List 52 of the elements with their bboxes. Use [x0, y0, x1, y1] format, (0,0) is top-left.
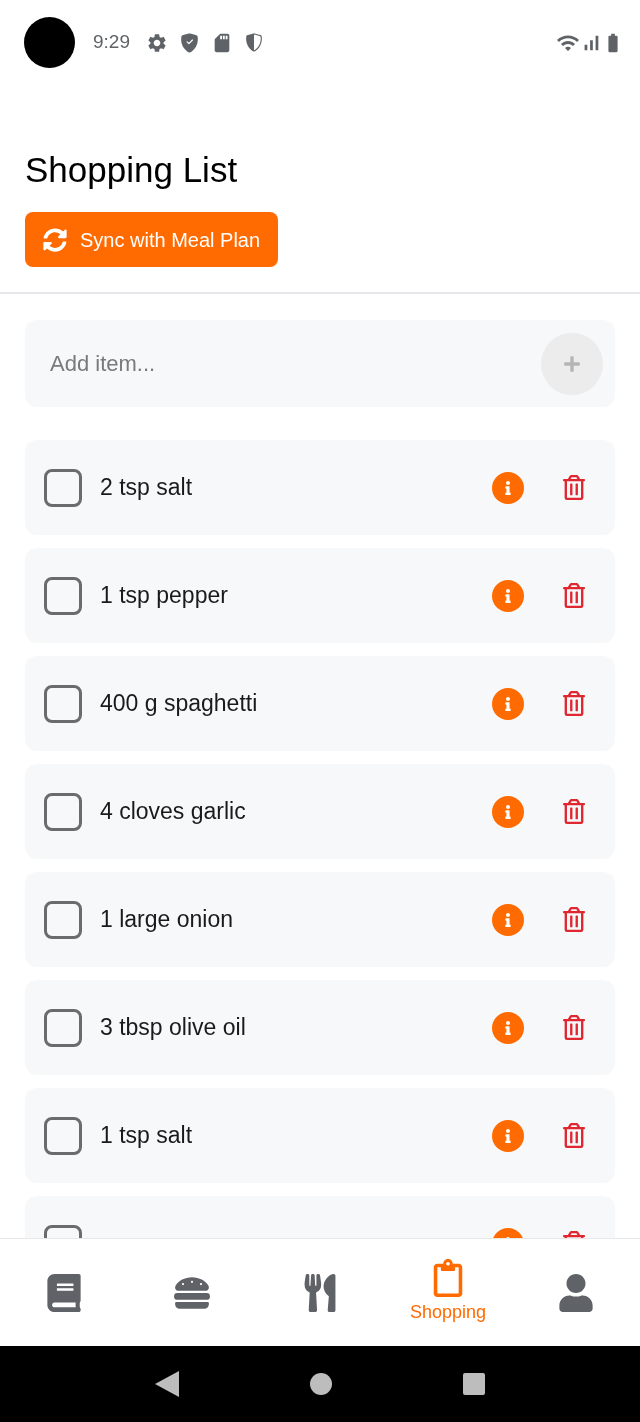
item-text: 1 tsp salt — [100, 1122, 193, 1149]
checkbox[interactable] — [44, 900, 82, 939]
add-item-field[interactable]: Add item... — [50, 347, 541, 380]
item-text: 3 tbsp olive oil — [100, 1014, 246, 1041]
checkbox[interactable] — [44, 468, 82, 507]
checkbox[interactable] — [44, 684, 82, 723]
checkbox[interactable] — [44, 1008, 82, 1047]
info-button[interactable] — [492, 471, 524, 504]
status-time: 9:29 — [93, 30, 130, 55]
nav-tab[interactable]: Shopping — [384, 1239, 512, 1346]
info-button[interactable] — [492, 1011, 524, 1044]
delete-button[interactable] — [563, 475, 585, 500]
item-text: 1 large onion — [100, 906, 233, 933]
book-icon — [46, 1273, 82, 1312]
item-text: 400 g spaghetti — [100, 690, 258, 717]
delete-button[interactable] — [563, 691, 585, 716]
camera-cutout — [24, 17, 75, 68]
delete-icon — [563, 691, 585, 716]
sync-icon — [43, 227, 67, 252]
delete-button[interactable] — [563, 1015, 585, 1040]
delete-icon — [563, 799, 585, 824]
home-icon[interactable] — [309, 1372, 333, 1396]
shield-icon — [245, 33, 263, 52]
delete-icon — [563, 907, 585, 932]
plus-icon — [563, 354, 581, 373]
checkbox[interactable] — [44, 576, 82, 615]
delete-icon — [563, 475, 585, 500]
sync-button[interactable]: Sync with Meal Plan — [25, 212, 279, 267]
checkbox[interactable] — [44, 792, 82, 831]
user-icon — [558, 1273, 594, 1312]
checkbox[interactable] — [44, 1116, 82, 1155]
delete-icon — [563, 1015, 585, 1040]
info-button[interactable] — [492, 1119, 524, 1152]
info-button[interactable] — [492, 903, 524, 936]
info-button[interactable] — [492, 795, 524, 828]
info-button[interactable] — [492, 687, 524, 720]
item-text: 4 cloves garlic — [100, 798, 246, 825]
delete-button[interactable] — [563, 583, 585, 608]
item-text: 2 tsp salt — [100, 474, 193, 501]
delete-icon — [563, 583, 585, 608]
back-icon[interactable] — [155, 1371, 179, 1397]
delete-icon — [563, 1123, 585, 1148]
settings-icon — [146, 31, 168, 54]
page-title: Shopping List — [25, 149, 238, 191]
info-button[interactable] — [492, 579, 524, 612]
item-text: 1 tsp pepper — [100, 582, 228, 609]
delete-button[interactable] — [563, 1123, 585, 1148]
shield-icon — [180, 32, 199, 53]
delete-button[interactable] — [563, 799, 585, 824]
add-item-field[interactable]: Add item... — [25, 320, 615, 407]
delete-button[interactable] — [563, 907, 585, 932]
utensils-icon — [302, 1273, 338, 1312]
